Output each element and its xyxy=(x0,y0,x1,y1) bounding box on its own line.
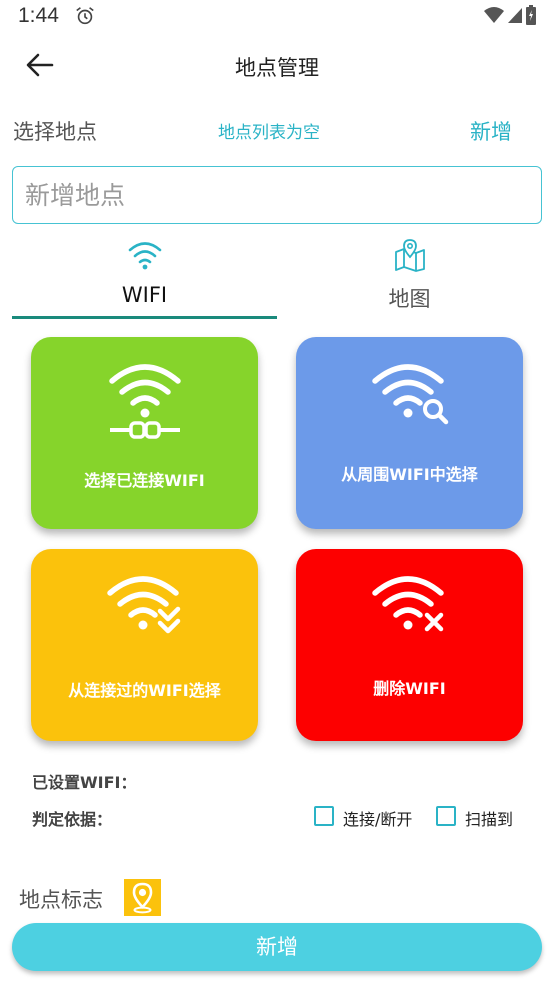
delete-wifi-label: 删除WIFI xyxy=(373,679,446,698)
wifi-signal-icon xyxy=(484,7,504,23)
status-bar: 1:44 xyxy=(0,0,554,32)
select-history-wifi-label: 从连接过的WIFI选择 xyxy=(68,681,221,700)
tab-map-label: 地图 xyxy=(388,287,431,311)
delete-wifi-button[interactable]: 删除WIFI xyxy=(296,549,523,741)
system-icons xyxy=(484,5,536,25)
tab-wifi[interactable]: WIFI xyxy=(12,236,277,320)
select-connected-wifi-label: 选择已连接WIFI xyxy=(84,471,205,490)
select-history-wifi-button[interactable]: 从连接过的WIFI选择 xyxy=(31,549,258,741)
add-location-button[interactable]: 新增 xyxy=(470,116,512,146)
location-select-row: 选择地点 地点列表为空 新增 xyxy=(0,112,554,148)
judge-criteria-label: 判定依据： xyxy=(32,810,113,829)
tab-wifi-label: WIFI xyxy=(121,283,168,307)
location-marker-label: 地点标志 xyxy=(19,888,103,912)
location-list-dropdown[interactable]: 地点列表为空 xyxy=(218,118,320,143)
tab-bar: WIFI 地图 xyxy=(12,236,542,320)
connect-disconnect-label[interactable]: 连接/断开 xyxy=(343,806,412,830)
connect-disconnect-checkbox[interactable] xyxy=(314,806,334,826)
battery-icon xyxy=(526,5,536,25)
wifi-set-label: 已设置WIFI： xyxy=(32,773,137,792)
wifi-check-icon xyxy=(106,576,180,634)
tab-map[interactable]: 地图 xyxy=(277,236,542,320)
wifi-search-icon xyxy=(371,364,448,425)
app-bar: 地点管理 xyxy=(0,36,554,96)
status-time: 1:44 xyxy=(18,4,59,27)
submit-add-button[interactable]: 新增 xyxy=(12,923,542,971)
scanned-label[interactable]: 扫描到 xyxy=(465,806,513,830)
wifi-delete-icon xyxy=(371,576,444,632)
wifi-icon xyxy=(128,242,161,270)
cell-signal-icon xyxy=(508,8,522,23)
wifi-connected-icon xyxy=(108,364,181,439)
page-title: 地点管理 xyxy=(235,56,319,80)
select-nearby-wifi-button[interactable]: 从周围WIFI中选择 xyxy=(296,337,523,529)
select-location-label: 选择地点 xyxy=(13,120,97,144)
map-pin-icon[interactable] xyxy=(124,879,161,916)
select-connected-wifi-button[interactable]: 选择已连接WIFI xyxy=(31,337,258,529)
alarm-icon xyxy=(76,7,94,25)
scanned-checkbox[interactable] xyxy=(436,806,456,826)
select-nearby-wifi-label: 从周围WIFI中选择 xyxy=(341,465,478,484)
location-name-input[interactable] xyxy=(12,166,542,224)
map-icon xyxy=(394,239,425,272)
tab-indicator xyxy=(12,316,277,319)
